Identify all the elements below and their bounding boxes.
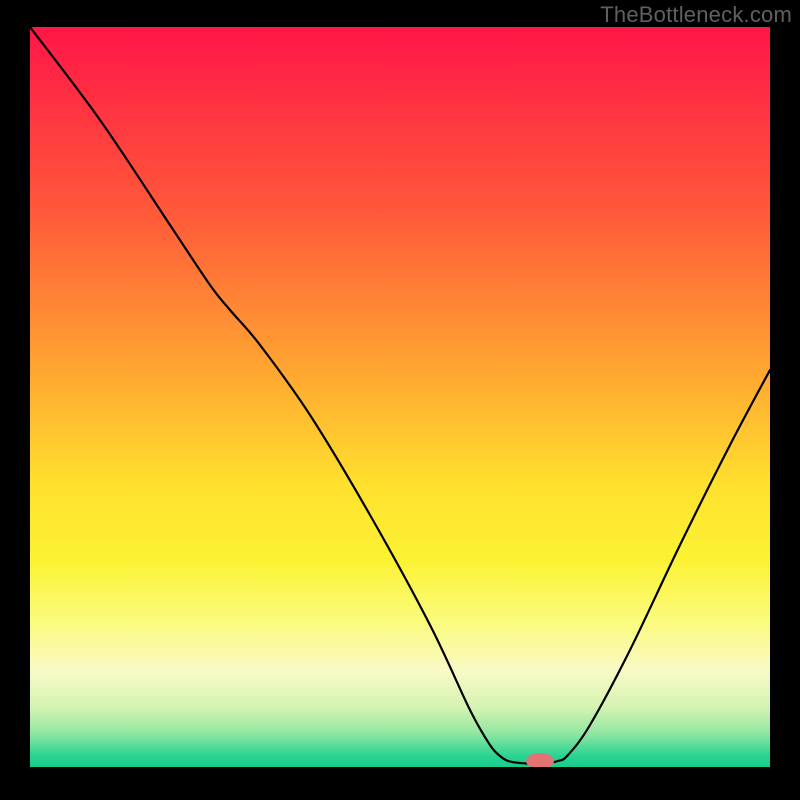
bottleneck-chart: [0, 0, 800, 800]
watermark-text: TheBottleneck.com: [600, 2, 792, 28]
chart-stage: TheBottleneck.com: [0, 0, 800, 800]
optimum-marker: [526, 753, 554, 769]
gradient-background: [30, 27, 770, 767]
